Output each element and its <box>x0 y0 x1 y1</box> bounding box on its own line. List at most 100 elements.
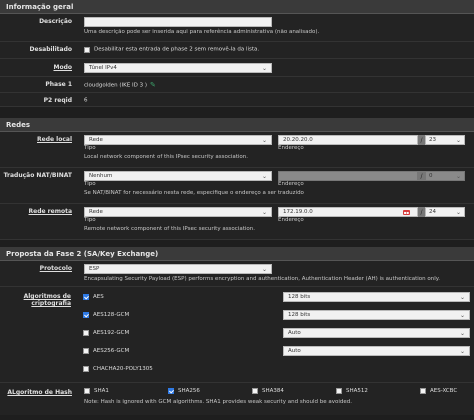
chevron-down-icon: ⌄ <box>261 265 267 273</box>
phase1-row: Phase 1 cloudgolden (IKE ID 3 ) ✎ <box>0 77 474 93</box>
p2reqid-row: P2 reqid 6 <box>0 93 474 107</box>
ipsec-phase2-form: Informação geral Descrição Uma descrição… <box>0 0 474 420</box>
rede-local-address-input[interactable]: 20.20.20.0 <box>278 135 418 145</box>
rede-remota-type-select[interactable]: Rede ⌄ <box>84 207 272 217</box>
hash-checkbox-sha512[interactable] <box>336 388 342 394</box>
slash-separator: / <box>418 135 425 145</box>
desabilitado-row: Desabilitado Desabilitar esta entrada de… <box>0 42 474 59</box>
alg-bits-value-aes192gcm: Auto <box>288 330 301 336</box>
chevron-down-icon: ⌄ <box>459 347 465 355</box>
hash-name-aesxcbc: AES-XCBC <box>430 388 458 394</box>
protocolo-value: ESP <box>89 266 100 272</box>
protocolo-select[interactable]: ESP ⌄ <box>84 264 272 274</box>
slash-separator: / <box>418 207 425 217</box>
descricao-input[interactable] <box>84 17 272 27</box>
nat-address-caption: Endereço <box>278 181 304 187</box>
protocolo-help: Encapsulating Security Payload (ESP) per… <box>84 276 440 282</box>
alg-checkbox-aes128gcm[interactable] <box>83 312 89 318</box>
rede-remota-address-input[interactable]: 172.19.0.0 ▪▪ <box>278 207 418 217</box>
modo-row: Modo Túnel IPv4 ⌄ <box>0 59 474 77</box>
hash-name-sha1: SHA1 <box>94 388 109 394</box>
nat-help: Se NAT/BINAT for necessário nesta rede, … <box>84 190 304 196</box>
descricao-label: Descrição <box>39 18 72 25</box>
alg-bits-select-aes[interactable]: 128 bits ⌄ <box>283 292 470 302</box>
algoritmos-row: Algoritmos de criptografia AES 128 bits ⌄… <box>0 287 474 383</box>
chevron-down-icon: ⌄ <box>261 136 267 144</box>
rede-remota-mask-value: 24 <box>429 209 436 215</box>
phase1-link[interactable]: cloudgolden (IKE ID 3 ) <box>84 83 147 89</box>
protocolo-label: Protocolo <box>39 265 72 272</box>
hash-checkbox-aesxcbc[interactable] <box>420 388 426 394</box>
phase2-panel-header: Proposta da Fase 2 (SA/Key Exchange) <box>0 247 474 261</box>
nat-mask-select: 0 ⌄ <box>425 171 465 181</box>
rede-remota-address-value: 172.19.0.0 <box>283 209 313 215</box>
alg-bits-value-aes128gcm: 128 bits <box>288 312 311 318</box>
alg-row-chacha20: CHACHA20-POLY1305 <box>83 360 470 378</box>
descricao-help: Uma descrição pode ser inserida aqui par… <box>84 29 320 35</box>
alg-name-aes192gcm: AES192-GCM <box>93 330 130 336</box>
p2reqid-value: 6 <box>84 97 88 104</box>
hash-checkbox-sha256[interactable] <box>168 388 174 394</box>
alg-checkbox-aes[interactable] <box>83 294 89 300</box>
alg-checkbox-aes256gcm[interactable] <box>83 348 89 354</box>
algoritmos-label-1: Algoritmos de <box>23 293 71 300</box>
hash-name-sha384: SHA384 <box>262 388 284 394</box>
chevron-down-icon: ⌄ <box>459 311 465 319</box>
alg-bits-select-aes192gcm[interactable]: Auto ⌄ <box>283 328 470 338</box>
nat-type-select[interactable]: Nenhum ⌄ <box>84 171 272 181</box>
hash-checkbox-sha1[interactable] <box>84 388 90 394</box>
chevron-down-icon: ⌄ <box>261 64 267 72</box>
alg-row-aes192gcm: AES192-GCM Auto ⌄ <box>83 324 470 342</box>
rede-local-type-select[interactable]: Rede ⌄ <box>84 135 272 145</box>
modo-value: Túnel IPv4 <box>89 65 117 71</box>
alg-row-aes128gcm: AES128-GCM 128 bits ⌄ <box>83 306 470 324</box>
nat-type-value: Nenhum <box>89 173 113 179</box>
desabilitado-checkbox[interactable] <box>84 46 90 53</box>
alg-name-aes256gcm: AES256-GCM <box>93 348 130 354</box>
rede-remota-address-caption: Endereço <box>278 217 304 223</box>
nat-address-input <box>278 171 418 181</box>
chevron-down-icon: ⌄ <box>455 172 461 180</box>
chevron-down-icon: ⌄ <box>261 208 267 216</box>
general-panel-header: Informação geral <box>0 0 474 14</box>
modo-select[interactable]: Túnel IPv4 ⌄ <box>84 63 272 73</box>
rede-local-address-caption: Endereço <box>278 145 304 151</box>
rede-remota-help: Remote network component of this IPsec s… <box>84 226 255 232</box>
desabilitado-label: Desabilitado <box>29 46 72 53</box>
alg-bits-select-aes256gcm[interactable]: Auto ⌄ <box>283 346 470 356</box>
nat-row: Tradução NAT/BINAT Nenhum ⌄ Tipo / 0 ⌄ E… <box>0 168 474 204</box>
alg-checkbox-aes192gcm[interactable] <box>83 330 89 336</box>
protocolo-row: Protocolo ESP ⌄ Encapsulating Security P… <box>0 261 474 287</box>
hash-label: ALgoritmo de Hash <box>7 389 72 396</box>
slash-separator: / <box>418 171 425 181</box>
nat-type-caption: Tipo <box>84 181 96 187</box>
rede-local-mask-select[interactable]: 23 ⌄ <box>425 135 465 145</box>
chevron-down-icon: ⌄ <box>455 208 461 216</box>
alg-checkbox-chacha20[interactable] <box>83 366 89 372</box>
hash-name-sha256: SHA256 <box>178 388 200 394</box>
rede-local-type-value: Rede <box>89 137 103 143</box>
alg-bits-value-aes256gcm: Auto <box>288 348 301 354</box>
alg-row-aes: AES 128 bits ⌄ <box>83 288 470 306</box>
networks-panel-header: Redes <box>0 118 474 132</box>
rede-remota-type-caption: Tipo <box>84 217 96 223</box>
algoritmos-label-2: criptografia <box>31 300 71 307</box>
rede-local-row: Rede local Rede ⌄ Tipo 20.20.20.0 / 23 ⌄… <box>0 132 474 168</box>
hash-row: ALgoritmo de Hash SHA1 SHA256 SHA384 SHA… <box>0 383 474 415</box>
rand-badge-icon[interactable]: ▪▪ <box>402 209 410 215</box>
alg-name-chacha20: CHACHA20-POLY1305 <box>93 366 153 372</box>
rede-remota-type-value: Rede <box>89 209 103 215</box>
chevron-down-icon: ⌄ <box>459 293 465 301</box>
modo-label: Modo <box>53 64 72 71</box>
chevron-down-icon: ⌄ <box>261 172 267 180</box>
alg-row-aes256gcm: AES256-GCM Auto ⌄ <box>83 342 470 360</box>
rede-remota-mask-select[interactable]: 24 ⌄ <box>425 207 465 217</box>
alg-bits-select-aes128gcm[interactable]: 128 bits ⌄ <box>283 310 470 320</box>
rede-local-label: Rede local <box>37 136 72 143</box>
phase2-panel-title: Proposta da Fase 2 (SA/Key Exchange) <box>6 249 159 258</box>
chevron-down-icon: ⌄ <box>455 136 461 144</box>
rede-local-help: Local network component of this IPsec se… <box>84 154 249 160</box>
hash-checkbox-sha384[interactable] <box>252 388 258 394</box>
rede-local-mask-value: 23 <box>429 137 436 143</box>
pencil-icon[interactable]: ✎ <box>150 81 156 89</box>
